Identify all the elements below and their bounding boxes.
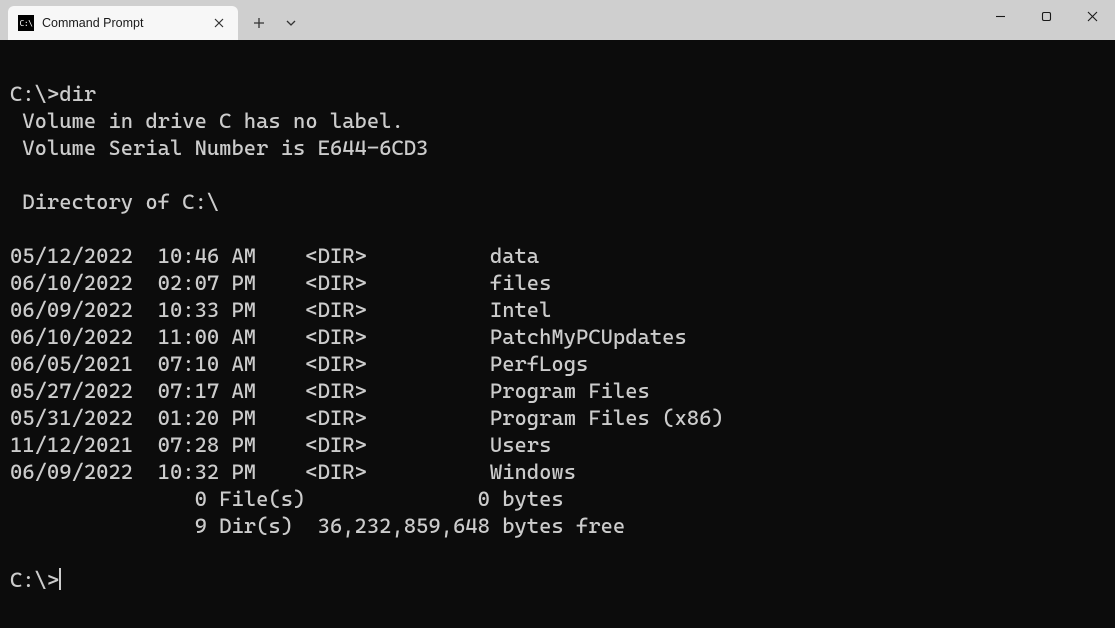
volume-line: Volume in drive C has no label. bbox=[10, 109, 404, 133]
new-tab-button[interactable] bbox=[244, 9, 274, 37]
plus-icon bbox=[253, 17, 265, 29]
close-icon bbox=[214, 18, 224, 28]
directory-listing: 05/12/2022 10:46 AM <DIR> data 06/10/202… bbox=[10, 243, 1105, 486]
minimize-button[interactable] bbox=[977, 0, 1023, 32]
minimize-icon bbox=[995, 11, 1006, 22]
window-close-button[interactable] bbox=[1069, 0, 1115, 32]
tab-title: Command Prompt bbox=[42, 16, 202, 30]
maximize-button[interactable] bbox=[1023, 0, 1069, 32]
serial-line: Volume Serial Number is E644-6CD3 bbox=[10, 136, 428, 160]
tab-dropdown-button[interactable] bbox=[276, 9, 306, 37]
cmd-icon: C:\ bbox=[18, 15, 34, 31]
close-icon bbox=[1087, 11, 1098, 22]
chevron-down-icon bbox=[286, 18, 296, 28]
tab-close-button[interactable] bbox=[210, 14, 228, 32]
summary-dirs: 9 Dir(s) 36,232,859,648 bytes free bbox=[10, 514, 625, 538]
summary-files: 0 File(s) 0 bytes bbox=[10, 487, 564, 511]
tab-controls bbox=[244, 6, 306, 40]
window-controls bbox=[977, 0, 1115, 40]
maximize-icon bbox=[1041, 11, 1052, 22]
command-text: dir bbox=[59, 82, 96, 106]
terminal-output[interactable]: C:\>dir Volume in drive C has no label. … bbox=[0, 40, 1115, 628]
prompt: C:\> bbox=[10, 568, 59, 592]
directory-of-line: Directory of C:\ bbox=[10, 190, 219, 214]
cursor bbox=[59, 568, 61, 590]
tab-command-prompt[interactable]: C:\ Command Prompt bbox=[8, 6, 238, 40]
prompt: C:\> bbox=[10, 82, 59, 106]
titlebar: C:\ Command Prompt bbox=[0, 0, 1115, 40]
